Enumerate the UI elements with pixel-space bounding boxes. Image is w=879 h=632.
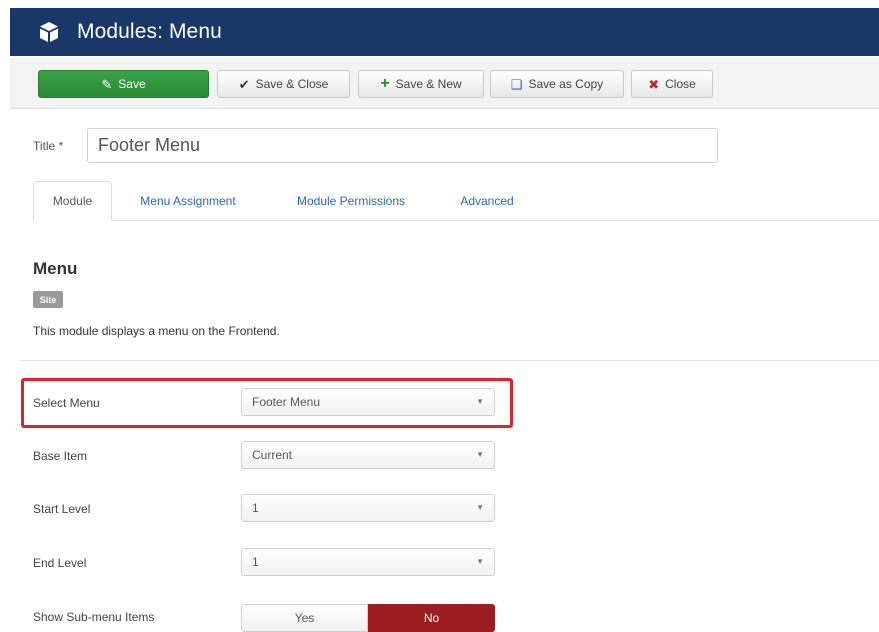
close-button-label: Close: [665, 77, 696, 91]
save-new-button[interactable]: + Save & New: [358, 70, 484, 98]
show-submenu-toggle: Yes No: [241, 604, 495, 632]
select-menu-dropdown[interactable]: Footer Menu ▼: [241, 388, 495, 416]
save-button-label: Save: [118, 77, 146, 91]
base-item-label: Base Item: [33, 449, 88, 463]
select-menu-value: Footer Menu: [252, 395, 321, 409]
end-level-dropdown[interactable]: 1 ▼: [241, 548, 495, 576]
chevron-down-icon: ▼: [476, 557, 484, 566]
show-submenu-no-button[interactable]: No: [368, 604, 495, 632]
base-item-value: Current: [252, 448, 293, 462]
tabs-divider: [112, 220, 879, 221]
tab-advanced[interactable]: Advanced: [449, 181, 525, 221]
tab-module-permissions[interactable]: Module Permissions: [281, 181, 421, 221]
end-level-label: End Level: [33, 556, 87, 570]
start-level-dropdown[interactable]: 1 ▼: [241, 494, 495, 522]
copy-icon: ❏: [510, 76, 523, 92]
check-icon: ✔: [238, 76, 250, 92]
base-item-dropdown[interactable]: Current ▼: [241, 441, 495, 469]
page-title: Modules: Menu: [77, 20, 222, 43]
select-menu-label: Select Menu: [33, 396, 100, 410]
module-name: Menu: [33, 259, 78, 278]
save-copy-label: Save as Copy: [528, 77, 604, 91]
tab-menu-assignment[interactable]: Menu Assignment: [125, 181, 251, 221]
cube-icon: [40, 22, 58, 42]
close-circle-icon: ✖: [648, 76, 660, 92]
start-level-value: 1: [252, 501, 259, 515]
chevron-down-icon: ▼: [476, 397, 484, 406]
page-header: Modules: Menu: [10, 8, 879, 56]
close-button[interactable]: ✖ Close: [631, 70, 713, 98]
title-input[interactable]: Footer Menu: [87, 128, 718, 163]
toolbar: ✎ Save ✔ Save & Close + Save & New ❏ Sav…: [10, 58, 879, 109]
save-close-button[interactable]: ✔ Save & Close: [217, 70, 350, 98]
save-close-label: Save & Close: [255, 77, 329, 91]
save-new-label: Save & New: [395, 77, 462, 91]
end-level-value: 1: [252, 555, 259, 569]
module-description: This module displays a menu on the Front…: [33, 324, 280, 338]
save-button[interactable]: ✎ Save: [38, 70, 209, 98]
divider: [20, 360, 879, 361]
site-badge: Site: [33, 291, 63, 308]
title-label: Title *: [33, 139, 64, 153]
save-copy-button[interactable]: ❏ Save as Copy: [490, 70, 624, 98]
chevron-down-icon: ▼: [476, 503, 484, 512]
chevron-down-icon: ▼: [476, 450, 484, 459]
start-level-label: Start Level: [33, 502, 91, 516]
tab-module[interactable]: Module: [33, 181, 112, 221]
plus-icon: +: [380, 75, 390, 92]
show-submenu-label: Show Sub-menu Items: [33, 610, 155, 624]
show-submenu-yes-button[interactable]: Yes: [241, 604, 368, 632]
edit-icon: ✎: [101, 76, 113, 92]
